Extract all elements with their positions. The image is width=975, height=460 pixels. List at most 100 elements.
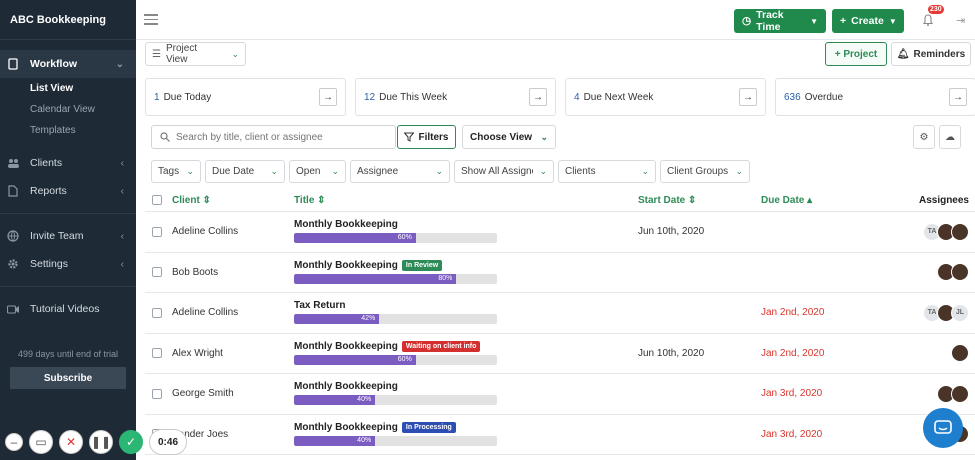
minus-icon[interactable]: – bbox=[5, 433, 23, 451]
column-client[interactable]: Client ⇕ bbox=[172, 195, 211, 206]
show-all-assignees-filter[interactable]: Show All Assignees ⌄ bbox=[454, 160, 554, 183]
due-this-week-card[interactable]: 12 Due This Week → bbox=[355, 78, 556, 116]
status-tag: In Review bbox=[401, 259, 443, 271]
cloud-download-button[interactable]: ☁ bbox=[939, 125, 961, 149]
project-title-cell[interactable]: Monthly Bookkeeping In Review 80% bbox=[294, 259, 497, 284]
due-today-card[interactable]: 1 Due Today → bbox=[145, 78, 346, 116]
filters-button[interactable]: Filters bbox=[397, 125, 456, 149]
choose-view-label: Choose View bbox=[470, 131, 533, 143]
client-name[interactable]: George Smith bbox=[172, 388, 234, 399]
project-title-cell[interactable]: Monthly Bookkeeping 60% bbox=[294, 218, 497, 243]
client-groups-filter[interactable]: Client Groups ⌄ bbox=[660, 160, 750, 183]
camera-icon[interactable]: ▭ bbox=[29, 430, 53, 454]
avatar bbox=[951, 344, 969, 363]
open-filter[interactable]: Open ⌄ bbox=[289, 160, 346, 183]
row-checkbox[interactable] bbox=[152, 348, 162, 359]
progress-fill: 60% bbox=[294, 354, 416, 365]
row-checkbox[interactable] bbox=[152, 267, 162, 278]
sidebar-subitem-list-view[interactable]: List View bbox=[0, 78, 136, 99]
check-icon[interactable]: ✓ bbox=[119, 430, 143, 454]
row-checkbox[interactable] bbox=[152, 226, 162, 237]
project-title-cell[interactable]: Monthly Bookkeeping In Processing 40% bbox=[294, 421, 497, 446]
choose-view-select[interactable]: Choose View ⌄ bbox=[462, 125, 556, 149]
add-project-button[interactable]: + Project bbox=[825, 42, 887, 66]
chevron-down-icon: ▼ bbox=[810, 16, 818, 26]
view-toolbar: ☰ Project View ⌄ + Project 🔔︎ Reminders bbox=[145, 42, 975, 66]
filter-icon bbox=[404, 132, 415, 142]
track-time-button[interactable]: ◷ Track Time ▼ bbox=[734, 9, 826, 33]
search-input[interactable] bbox=[176, 131, 386, 143]
project-title-cell[interactable]: Tax Return 42% bbox=[294, 299, 497, 324]
top-bar: ◷ Track Time ▼ + Create ▼ 230 ⇥ bbox=[136, 0, 975, 40]
close-icon[interactable]: ✕ bbox=[59, 430, 83, 454]
column-start-date[interactable]: Start Date ⇕ bbox=[638, 195, 696, 206]
chevron-down-icon: ▼ bbox=[888, 16, 897, 26]
sidebar-item-tutorial-videos[interactable]: Tutorial Videos bbox=[0, 295, 136, 323]
client-name[interactable]: Adeline Collins bbox=[172, 307, 238, 318]
sidebar-item-label: Tutorial Videos bbox=[30, 303, 100, 315]
chevron-down-icon: ⌄ bbox=[540, 131, 548, 142]
column-due-date[interactable]: Due Date ▴ bbox=[761, 195, 812, 206]
bell-icon[interactable] bbox=[922, 14, 934, 26]
arrow-right-icon[interactable]: → bbox=[529, 88, 547, 106]
column-label: Due Date bbox=[761, 194, 805, 206]
column-title[interactable]: Title ⇕ bbox=[294, 195, 326, 206]
due-next-week-card[interactable]: 4 Due Next Week → bbox=[565, 78, 766, 116]
arrow-right-icon[interactable]: → bbox=[319, 88, 337, 106]
reminders-button[interactable]: 🔔︎ Reminders bbox=[891, 42, 971, 66]
table-row[interactable]: Alex Wright Monthly Bookkeeping Waiting o… bbox=[145, 334, 975, 374]
assignee-avatars[interactable]: TA bbox=[923, 222, 969, 241]
client-name[interactable]: Alex Wright bbox=[172, 348, 223, 359]
chevron-left-icon: ‹ bbox=[120, 185, 124, 197]
project-view-select[interactable]: ☰ Project View ⌄ bbox=[145, 42, 246, 66]
card-label: Due Today bbox=[163, 91, 212, 103]
table-row[interactable]: Adeline Collins Monthly Bookkeeping 60% … bbox=[145, 212, 975, 253]
row-checkbox[interactable] bbox=[152, 307, 162, 318]
client-name[interactable]: Adeline Collins bbox=[172, 226, 238, 237]
overdue-card[interactable]: 636 Overdue → bbox=[775, 78, 975, 116]
progress-fill: 60% bbox=[294, 233, 416, 243]
pause-icon[interactable]: ❚❚ bbox=[89, 430, 113, 454]
arrow-right-icon[interactable]: → bbox=[949, 88, 967, 106]
table-row[interactable]: Xander Joes Monthly Bookkeeping In Proces… bbox=[145, 415, 975, 455]
due-date-filter[interactable]: Due Date ⌄ bbox=[205, 160, 285, 183]
assignee-avatars[interactable] bbox=[951, 344, 969, 363]
chevron-down-icon: ⌄ bbox=[270, 166, 278, 176]
sidebar-item-invite-team[interactable]: Invite Team ‹ bbox=[0, 222, 136, 250]
due-date: Jan 3rd, 2020 bbox=[761, 388, 823, 400]
assignee-avatars[interactable] bbox=[937, 384, 969, 403]
assignee-filter[interactable]: Assignee ⌄ bbox=[350, 160, 450, 183]
assignee-avatars[interactable]: TA JL bbox=[923, 303, 969, 322]
table-row[interactable]: Bob Boots Monthly Bookkeeping In Review 8… bbox=[145, 253, 975, 293]
chevron-down-icon: ⌄ bbox=[231, 48, 239, 59]
select-all-checkbox[interactable] bbox=[152, 195, 162, 205]
progress-bar: 40% bbox=[294, 395, 497, 405]
assignee-avatars[interactable] bbox=[937, 263, 969, 282]
sidebar-item-label: Settings bbox=[30, 258, 68, 270]
settings-gear-button[interactable]: ⚙ bbox=[913, 125, 935, 149]
row-checkbox[interactable] bbox=[152, 388, 162, 399]
table-row[interactable]: George Smith Monthly Bookkeeping 40% Jan… bbox=[145, 374, 975, 415]
subscribe-button[interactable]: Subscribe bbox=[10, 367, 126, 389]
create-button[interactable]: + Create ▼ bbox=[832, 9, 904, 33]
client-name[interactable]: Bob Boots bbox=[172, 267, 218, 278]
sidebar-divider bbox=[0, 213, 136, 214]
project-title-cell[interactable]: Monthly Bookkeeping 40% bbox=[294, 380, 497, 405]
logout-icon[interactable]: ⇥ bbox=[956, 14, 965, 27]
sidebar-subitem-calendar-view[interactable]: Calendar View bbox=[0, 99, 136, 120]
table-row[interactable]: Adeline Collins Tax Return 42% Jan 2nd, … bbox=[145, 293, 975, 334]
sidebar-item-clients[interactable]: Clients ‹ bbox=[0, 149, 136, 177]
card-label: Overdue bbox=[804, 91, 844, 103]
project-title: Monthly Bookkeeping bbox=[294, 340, 398, 352]
sidebar-item-reports[interactable]: Reports ‹ bbox=[0, 177, 136, 205]
menu-icon[interactable] bbox=[144, 14, 158, 25]
sidebar-subitem-templates[interactable]: Templates bbox=[0, 120, 136, 141]
tags-filter[interactable]: Tags ⌄ bbox=[151, 160, 201, 183]
chat-button[interactable] bbox=[923, 408, 963, 448]
search-box bbox=[151, 125, 396, 149]
clients-filter[interactable]: Clients ⌄ bbox=[558, 160, 656, 183]
sidebar-item-workflow[interactable]: Workflow ⌄ bbox=[0, 50, 136, 78]
arrow-right-icon[interactable]: → bbox=[739, 88, 757, 106]
sidebar-item-settings[interactable]: Settings ‹ bbox=[0, 250, 136, 278]
project-title-cell[interactable]: Monthly Bookkeeping Waiting on client inf… bbox=[294, 340, 497, 365]
